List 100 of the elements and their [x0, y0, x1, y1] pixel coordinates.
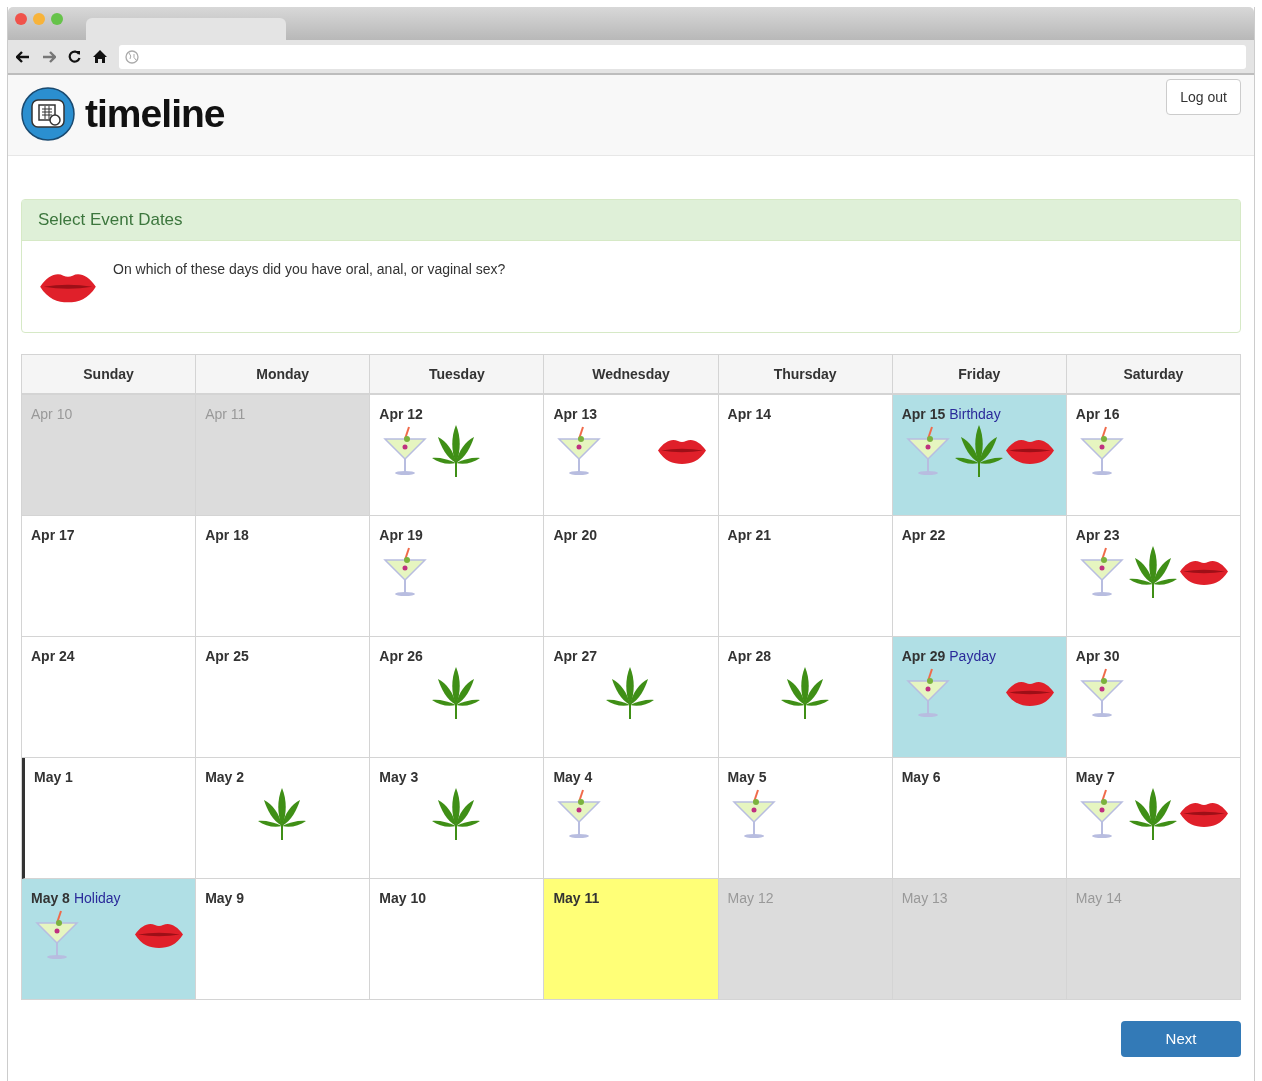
cocktail-icon — [731, 788, 776, 840]
day-date: Apr 27 — [553, 647, 597, 665]
lips-icon — [1179, 558, 1229, 586]
day-date: May 4 — [553, 768, 593, 786]
cocktail-icon — [905, 425, 950, 477]
weekday-header: Friday — [892, 355, 1067, 395]
logout-button[interactable]: Log out — [1166, 79, 1241, 115]
day-cell[interactable]: Apr 23 — [1066, 516, 1241, 637]
lips-icon — [1179, 800, 1229, 828]
day-note: Birthday — [949, 405, 1001, 423]
day-date: May 5 — [727, 768, 767, 786]
reload-icon[interactable] — [68, 50, 81, 63]
day-cell[interactable]: May 4 — [544, 758, 719, 879]
day-date: Apr 30 — [1075, 647, 1120, 665]
day-cell[interactable]: Apr 22 — [892, 516, 1067, 637]
day-cell[interactable]: Apr 26 — [370, 637, 545, 758]
leaf-icon — [954, 425, 1003, 477]
day-date: Apr 16 — [1075, 405, 1120, 423]
day-cell[interactable]: May 6 — [892, 758, 1067, 879]
day-cell[interactable]: Apr 24 — [22, 637, 197, 758]
day-date: Apr 11 — [205, 405, 246, 423]
cocktail-icon — [905, 667, 950, 719]
weekday-header: Wednesday — [544, 355, 719, 395]
day-date: May 1 — [34, 768, 73, 786]
day-date: Apr 18 — [205, 526, 249, 544]
day-date: Apr 26 — [379, 647, 423, 665]
cocktail-icon — [557, 788, 602, 840]
day-date: May 6 — [901, 768, 941, 786]
day-cell[interactable]: Apr 28 — [718, 637, 893, 758]
day-date: May 12 — [727, 889, 774, 907]
day-cell[interactable]: Apr 21 — [718, 516, 893, 637]
day-cell[interactable]: May 9 — [196, 879, 371, 1000]
day-cell[interactable]: May 10 — [370, 879, 545, 1000]
cocktail-icon — [35, 909, 79, 961]
leaf-icon — [432, 667, 481, 719]
cocktail-icon — [1079, 788, 1124, 840]
lips-icon — [134, 921, 185, 949]
leaf-icon — [1128, 788, 1177, 840]
leaf-icon — [1128, 546, 1177, 598]
day-note: Payday — [949, 647, 996, 665]
day-cell[interactable]: Apr 25 — [196, 637, 371, 758]
minimize-icon[interactable] — [33, 13, 45, 25]
day-date: Apr 13 — [553, 405, 597, 423]
day-note: Holiday — [73, 889, 121, 907]
day-cell[interactable]: May 7 — [1066, 758, 1241, 879]
cocktail-icon — [1079, 546, 1124, 598]
day-cell[interactable]: May 11 — [544, 879, 719, 1000]
close-icon[interactable] — [15, 13, 27, 25]
day-cell[interactable]: Apr 19 — [370, 516, 545, 637]
day-cell[interactable]: Apr 13 — [544, 395, 719, 516]
day-date: Apr 25 — [205, 647, 249, 665]
back-icon[interactable] — [16, 50, 30, 63]
day-cell[interactable]: Apr 15 Birthday — [892, 395, 1067, 516]
cocktail-icon — [557, 425, 602, 477]
address-bar[interactable] — [119, 44, 1246, 69]
day-cell[interactable]: Apr 29 Payday — [892, 637, 1067, 758]
day-date: May 3 — [379, 768, 419, 786]
day-date: May 10 — [379, 889, 426, 907]
globe-icon — [125, 49, 139, 64]
day-date: Apr 17 — [31, 526, 75, 544]
leaf-icon — [606, 667, 655, 719]
maximize-icon[interactable] — [51, 13, 63, 25]
day-date: Apr 23 — [1075, 526, 1120, 544]
lips-icon — [39, 271, 97, 303]
day-date: May 11 — [553, 889, 600, 907]
day-cell[interactable]: May 8 Holiday — [22, 879, 197, 1000]
weekday-header: Sunday — [22, 355, 197, 395]
day-date: Apr 19 — [379, 526, 423, 544]
day-cell[interactable]: Apr 16 — [1066, 395, 1241, 516]
day-date: Apr 29 — [901, 647, 946, 665]
next-button[interactable]: Next — [1121, 1021, 1241, 1057]
question-text: On which of these days did you have oral, anal, or vaginal sex? — [113, 260, 506, 279]
day-cell[interactable]: Apr 18 — [196, 516, 371, 637]
day-date: May 2 — [205, 768, 245, 786]
day-date: Apr 20 — [553, 526, 597, 544]
day-cell[interactable]: Apr 17 — [22, 516, 197, 637]
cocktail-icon — [383, 546, 428, 598]
weekday-header: Tuesday — [370, 355, 545, 395]
day-cell[interactable]: May 3 — [370, 758, 545, 879]
day-cell[interactable]: May 2 — [196, 758, 371, 879]
day-cell[interactable]: Apr 20 — [544, 516, 719, 637]
cocktail-icon — [383, 425, 428, 477]
panel-title: Select Event Dates — [38, 209, 183, 232]
forward-icon[interactable] — [42, 50, 56, 63]
day-cell[interactable]: Apr 14 — [718, 395, 893, 516]
lips-icon — [1004, 437, 1055, 465]
day-cell[interactable]: Apr 12 — [370, 395, 545, 516]
home-icon[interactable] — [93, 50, 107, 63]
cocktail-icon — [1079, 425, 1124, 477]
day-cell[interactable]: Apr 30 — [1066, 637, 1241, 758]
day-cell[interactable]: May 5 — [718, 758, 893, 879]
app-title: timeline — [85, 91, 225, 137]
lips-icon — [1004, 679, 1055, 707]
day-date: Apr 22 — [901, 526, 946, 544]
day-cell[interactable]: Apr 27 — [544, 637, 719, 758]
day-date: Apr 24 — [31, 647, 75, 665]
day-date: Apr 21 — [727, 526, 772, 544]
weekday-header: Monday — [196, 355, 371, 395]
day-date: Apr 28 — [727, 647, 772, 665]
day-cell[interactable]: May 1 — [22, 758, 197, 879]
